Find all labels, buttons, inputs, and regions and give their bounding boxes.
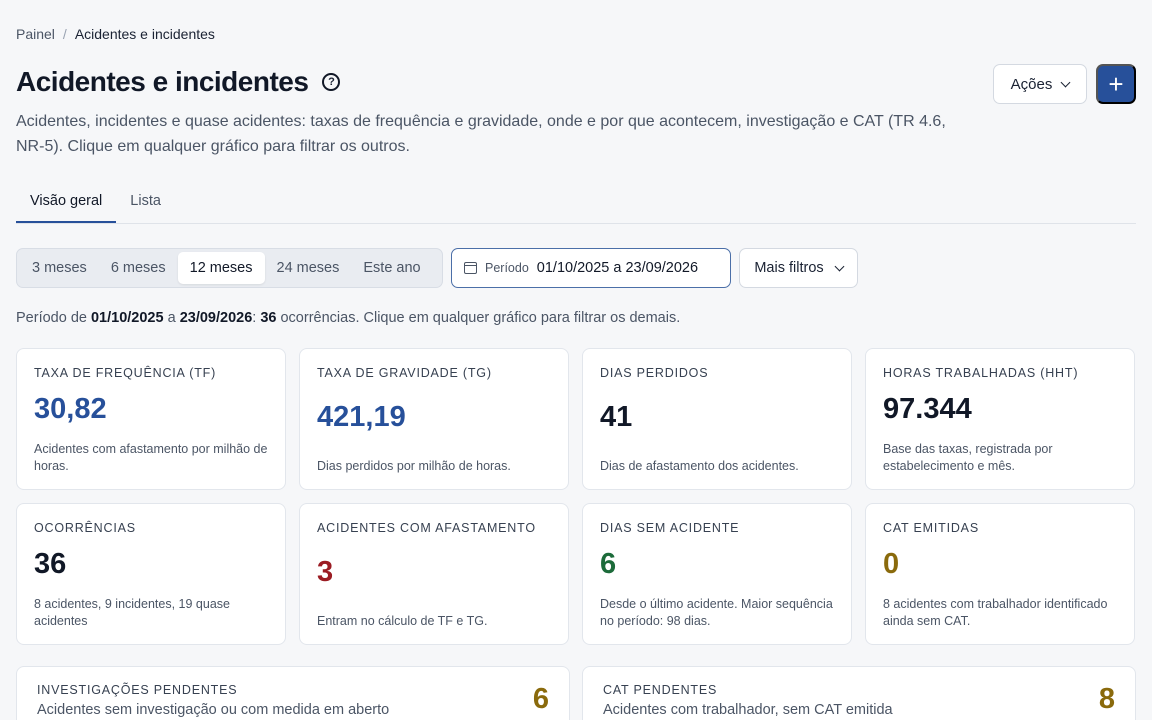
kpi-value: 6 (600, 548, 617, 580)
kpi-description: 8 acidentes, 9 incidentes, 19 quase acid… (34, 597, 230, 628)
calendar-icon (464, 262, 477, 274)
chevron-down-icon (834, 261, 845, 271)
more-filters-button[interactable]: Mais filtros (739, 248, 858, 288)
pending-description: Acidentes com trabalhador, sem CAT emiti… (603, 702, 893, 718)
pending-count: 8 (1098, 683, 1115, 715)
pending-count: 6 (532, 683, 549, 715)
kpi-description: Base das taxas, registrada por estabelec… (883, 442, 1053, 473)
summary-mid: a (163, 310, 180, 326)
kpi-value: 3 (317, 556, 334, 588)
range-24-months[interactable]: 24 meses (265, 252, 352, 284)
period-label: Período (485, 261, 529, 275)
pending-label: INVESTIGAÇÕES PENDENTES (37, 683, 238, 697)
range-this-year[interactable]: Este ano (351, 252, 432, 284)
kpi-card-cat-issued[interactable]: CAT EMITIDAS 0 8 acidentes com trabalhad… (865, 503, 1135, 645)
kpi-value: 41 (600, 401, 633, 433)
kpi-label: ACIDENTES COM AFASTAMENTO (317, 521, 536, 535)
kpi-card-lost-days[interactable]: DIAS PERDIDOS 41 Dias de afastamento dos… (582, 348, 852, 490)
summary-count: 36 (260, 310, 277, 326)
kpi-value: 30,82 (34, 393, 107, 425)
kpi-label: TAXA DE GRAVIDADE (TG) (317, 366, 492, 380)
summary-suffix: ocorrências. Clique em qualquer gráfico … (276, 310, 681, 326)
plus-icon: + (1108, 68, 1124, 99)
kpi-card-worked-hours[interactable]: HORAS TRABALHADAS (HHT) 97.344 Base das … (865, 348, 1135, 490)
kpi-card-severity-rate[interactable]: TAXA DE GRAVIDADE (TG) 421,19 Dias perdi… (299, 348, 569, 490)
tabs: Visão geral Lista (16, 182, 1136, 224)
kpi-description: Acidentes com afastamento por milhão de … (34, 442, 268, 473)
kpi-value: 0 (883, 548, 900, 580)
kpi-description: Dias perdidos por milhão de horas. (317, 459, 511, 473)
tab-list[interactable]: Lista (116, 182, 175, 223)
pending-description: Acidentes sem investigação ou com medida… (37, 702, 390, 718)
kpi-label: TAXA DE FREQUÊNCIA (TF) (34, 366, 217, 380)
page-title: Acidentes e incidentes (16, 66, 309, 97)
kpi-label: OCORRÊNCIAS (34, 521, 136, 535)
kpi-description: Entram no cálculo de TF e TG. (317, 614, 488, 628)
kpi-value: 36 (34, 548, 67, 580)
page-subtitle: Acidentes, incidentes e quase acidentes:… (16, 113, 946, 155)
period-summary: Período de 01/10/2025 a 23/09/2026: 36 o… (16, 310, 680, 326)
kpi-value: 421,19 (317, 401, 406, 433)
actions-button-label: Ações (1010, 75, 1053, 93)
kpi-card-occurrences[interactable]: OCORRÊNCIAS 36 8 acidentes, 9 incidentes… (16, 503, 286, 645)
chevron-down-icon (1060, 77, 1071, 87)
range-6-months[interactable]: 6 meses (99, 252, 178, 284)
tab-overview[interactable]: Visão geral (16, 182, 117, 223)
range-12-months[interactable]: 12 meses (177, 252, 265, 284)
breadcrumb-root[interactable]: Painel (16, 26, 55, 42)
pending-cat-card[interactable]: CAT PENDENTES Acidentes com trabalhador,… (582, 666, 1136, 720)
kpi-card-lost-time-accidents[interactable]: ACIDENTES COM AFASTAMENTO 3 Entram no cá… (299, 503, 569, 645)
summary-start: 01/10/2025 (90, 310, 164, 326)
help-icon[interactable]: ? (322, 73, 341, 91)
breadcrumb-separator: / (62, 26, 67, 42)
pending-investigations-card[interactable]: INVESTIGAÇÕES PENDENTES Acidentes sem in… (16, 666, 570, 720)
summary-prefix: Período de (16, 310, 91, 326)
range-3-months[interactable]: 3 meses (20, 252, 99, 284)
title-row: Acidentes e incidentes ? (16, 66, 341, 98)
pending-label: CAT PENDENTES (603, 683, 718, 697)
add-button[interactable]: + (1096, 64, 1136, 104)
period-value: 01/10/2025 a 23/09/2026 (536, 260, 699, 276)
breadcrumb-current: Acidentes e incidentes (74, 26, 215, 42)
kpi-label: HORAS TRABALHADAS (HHT) (883, 366, 1079, 380)
kpi-label: CAT EMITIDAS (883, 521, 979, 535)
kpi-label: DIAS SEM ACIDENTE (600, 521, 740, 535)
period-picker[interactable]: Período 01/10/2025 a 23/09/2026 (451, 248, 731, 288)
range-selector: 3 meses 6 meses 12 meses 24 meses Este a… (16, 248, 443, 288)
kpi-description: 8 acidentes com trabalhador identificado… (883, 597, 1108, 628)
kpi-card-frequency-rate[interactable]: TAXA DE FREQUÊNCIA (TF) 30,82 Acidentes … (16, 348, 286, 490)
kpi-label: DIAS PERDIDOS (600, 366, 709, 380)
kpi-card-days-without-accident[interactable]: DIAS SEM ACIDENTE 6 Desde o último acide… (582, 503, 852, 645)
kpi-value: 97.344 (883, 393, 972, 425)
kpi-description: Dias de afastamento dos acidentes. (600, 459, 799, 473)
kpi-description: Desde o último acidente. Maior sequência… (600, 597, 833, 628)
actions-button[interactable]: Ações (993, 64, 1087, 104)
breadcrumb: Painel / Acidentes e incidentes (16, 26, 215, 42)
more-filters-label: Mais filtros (754, 260, 824, 276)
summary-end: 23/09/2026 (179, 310, 253, 326)
